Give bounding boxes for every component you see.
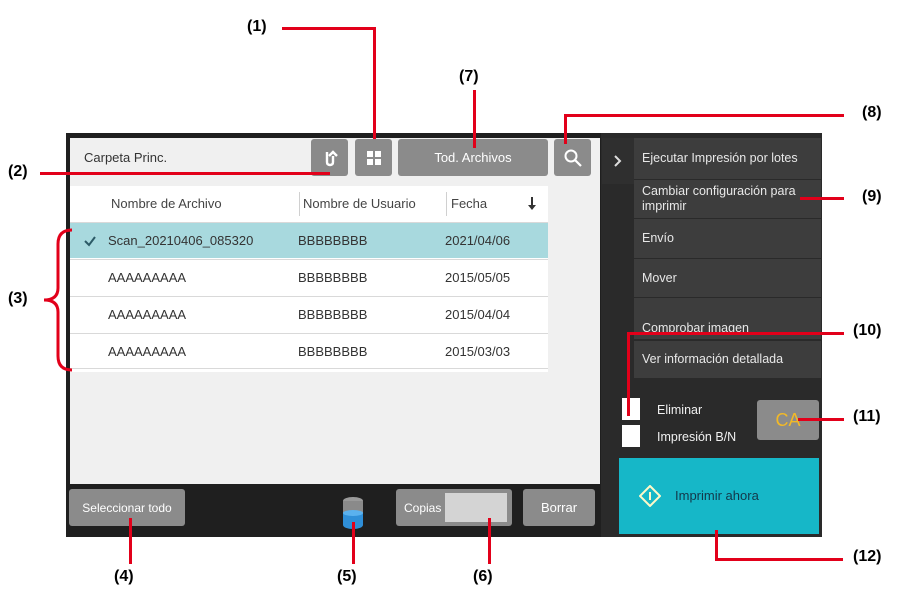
callout-1: (1) [247,18,267,35]
menu-item-details[interactable]: Ver información detallada [634,341,821,378]
callout-line-2 [40,172,330,175]
callout-line-7 [473,90,476,148]
sidebar-toggle[interactable] [602,138,634,184]
file-name-cell: AAAAAAAAA [108,344,187,359]
chevron-right-icon [614,155,622,167]
search-icon [564,149,582,167]
table-row[interactable]: AAAAAAAAA BBBBBBBB 2015/04/04 [70,296,548,332]
callout-line-6 [488,518,491,564]
folder-path-label: Carpeta Princ. [84,150,168,165]
date-cell: 2015/04/04 [445,307,511,322]
print-now-button[interactable]: Imprimir ahora [619,458,819,534]
delete-after-print-label: Eliminar [657,403,703,417]
bw-print-checkbox[interactable] [622,425,640,447]
file-name-cell: AAAAAAAAA [108,270,187,285]
user-name-cell: BBBBBBBB [298,344,368,359]
column-header-filename[interactable]: Nombre de Archivo [111,186,222,222]
user-name-cell: BBBBBBBB [298,270,368,285]
callout-line-10 [627,332,630,416]
date-cell: 2021/04/06 [445,233,511,248]
grid-icon [366,150,381,165]
delete-after-print-checkbox[interactable] [622,398,640,420]
callout-line-5 [352,522,355,564]
copies-input[interactable] [445,493,507,522]
callout-7: (7) [459,68,479,85]
delete-button[interactable]: Borrar [523,489,595,526]
callout-12: (12) [853,548,882,565]
table-row[interactable]: AAAAAAAAA BBBBBBBB 2015/05/05 [70,259,548,295]
callout-2: (2) [8,163,28,180]
callout-line-1 [373,27,376,139]
file-name-cell: Scan_20210406_085320 [108,233,254,248]
menu-item-batch-print[interactable]: Ejecutar Impresión por lotes [634,138,821,180]
callout-line-8 [564,114,844,117]
date-cell: 2015/05/05 [445,270,511,285]
callout-8: (8) [862,104,882,121]
column-separator [299,192,300,216]
table-row[interactable]: Scan_20210406_085320 BBBBBBBB 2021/04/06 [70,222,548,258]
refresh-button[interactable] [311,139,348,176]
view-toggle-button[interactable] [355,139,392,176]
refresh-icon [325,149,338,166]
sort-descending-icon[interactable] [525,195,539,213]
callout-line-12 [715,530,718,560]
column-header-date[interactable]: Fecha [451,186,487,222]
print-now-label: Imprimir ahora [675,488,759,503]
check-icon [84,236,96,247]
callout-10: (10) [853,322,882,339]
date-cell: 2015/03/03 [445,344,511,359]
callout-line-10 [627,332,844,335]
user-name-cell: BBBBBBBB [298,233,368,248]
callout-11: (11) [853,408,881,425]
file-name-cell: AAAAAAAAA [108,307,187,322]
callout-5: (5) [337,568,357,585]
callout-line-8 [564,114,567,144]
column-separator [446,192,447,216]
column-header-username[interactable]: Nombre de Usuario [303,186,416,222]
menu-item-change-print-settings[interactable]: Cambiar configuración para imprimir [634,180,821,219]
callout-6: (6) [473,568,493,585]
callout-brace-3 [43,228,73,372]
search-button[interactable] [554,139,591,176]
callout-9: (9) [862,188,882,205]
menu-item-move[interactable]: Mover [634,259,821,298]
menu-item-send[interactable]: Envío [634,219,821,259]
callout-line-9 [800,197,844,200]
callout-line-4 [129,518,132,564]
copies-label: Copias [404,500,442,515]
user-name-cell: BBBBBBBB [298,307,368,322]
bw-print-label: Impresión B/N [657,430,737,444]
callout-line-1 [282,27,376,30]
table-row[interactable]: AAAAAAAAA BBBBBBBB 2015/03/03 [70,333,548,369]
callout-4: (4) [114,568,134,585]
start-icon [639,485,661,507]
callout-3: (3) [8,290,28,307]
select-all-button[interactable]: Seleccionar todo [69,489,185,526]
callout-line-11 [798,418,844,421]
callout-line-12 [715,558,843,561]
